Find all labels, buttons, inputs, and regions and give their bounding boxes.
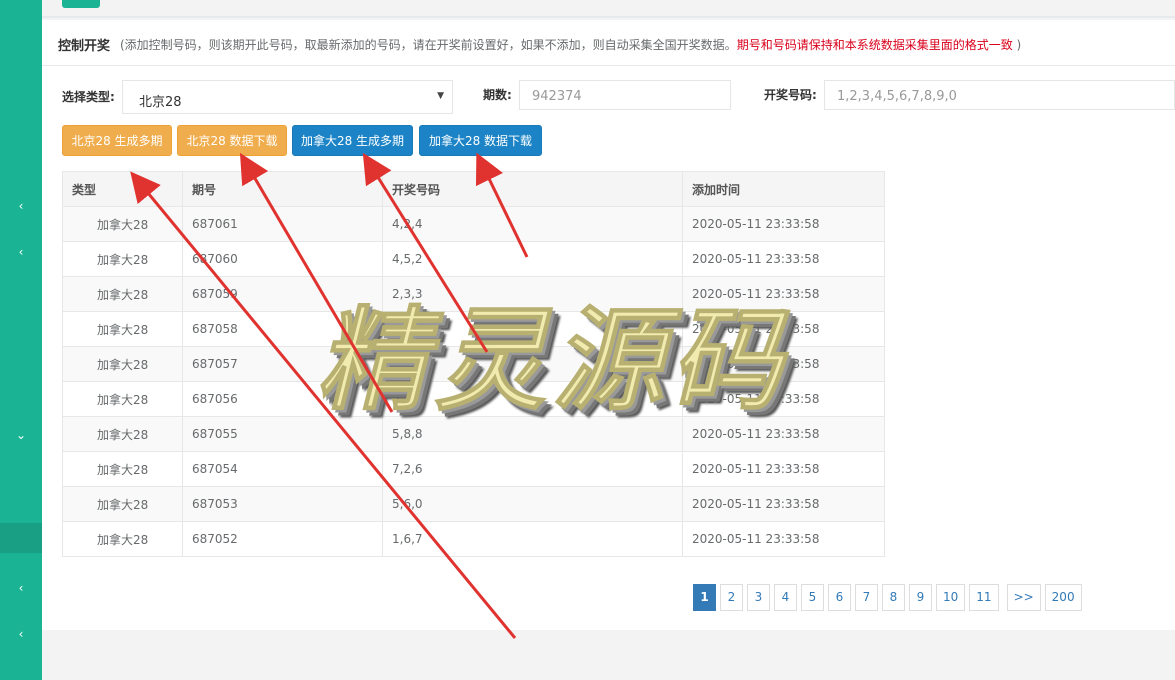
bj28-generate-button[interactable]: 北京28 生成多期	[62, 125, 172, 156]
chevron-left-icon[interactable]: ‹	[0, 199, 42, 213]
page-link[interactable]: 3	[747, 584, 770, 611]
row-type: 加拿大28	[62, 381, 183, 417]
header-added-time: 添加时间	[682, 171, 885, 207]
ca28-download-button[interactable]: 加拿大28 数据下载	[419, 125, 542, 156]
numbers-label: 开奖号码:	[764, 88, 817, 102]
row-time: 2020-05-11 23:33:58	[682, 206, 885, 242]
watermark: 精灵源码	[316, 296, 788, 427]
issue-input-placeholder: 942374	[532, 89, 582, 104]
ca28-generate-button[interactable]: 加拿大28 生成多期	[292, 125, 413, 156]
table-row: 加拿大28 687053 5,6,0 2020-05-11 23:33:58	[62, 486, 885, 522]
table-row: 加拿大28 687052 1,6,7 2020-05-11 23:33:58	[62, 521, 885, 557]
page-link[interactable]: 11	[969, 584, 999, 611]
row-type: 加拿大28	[62, 206, 183, 242]
row-issue: 687053	[182, 486, 383, 522]
row-time: 2020-05-11 23:33:58	[682, 521, 885, 557]
header-numbers: 开奖号码	[382, 171, 683, 207]
sidebar-active-item[interactable]	[0, 523, 42, 553]
panel-title: 控制开奖	[58, 39, 111, 54]
row-numbers: 4,2,4	[382, 206, 683, 242]
table-row: 加拿大28 687054 7,2,6 2020-05-11 23:33:58	[62, 451, 885, 487]
header-issue: 期号	[182, 171, 383, 207]
type-label: 选择类型:	[62, 90, 115, 104]
row-numbers: 7,2,6	[382, 451, 683, 487]
row-issue: 687061	[182, 206, 383, 242]
top-bar	[42, 0, 1175, 18]
issue-input[interactable]: 942374	[519, 80, 731, 110]
row-issue: 687052	[182, 521, 383, 557]
page-link[interactable]: 9	[909, 584, 932, 611]
format-warning: 期号和号码请保持和本系统数据采集里面的格式一致	[736, 38, 1013, 52]
issue-label: 期数:	[483, 88, 512, 102]
table-row: 加拿大28 687061 4,2,4 2020-05-11 23:33:58	[62, 206, 885, 242]
description-close: )	[1016, 38, 1022, 52]
bj28-download-button[interactable]: 北京28 数据下载	[177, 125, 287, 156]
numbers-input[interactable]: 1,2,3,4,5,6,7,8,9,0	[824, 80, 1175, 110]
type-select-value: 北京28	[139, 95, 182, 110]
chevron-left-icon[interactable]: ‹	[0, 627, 42, 641]
type-select[interactable]: 北京28 ▼	[122, 80, 453, 114]
chevron-down-icon[interactable]: ⌄	[0, 428, 42, 442]
page-link[interactable]: 7	[855, 584, 878, 611]
row-type: 加拿大28	[62, 521, 183, 557]
row-time: 2020-05-11 23:33:58	[682, 486, 885, 522]
table-header-row: 类型 期号 开奖号码 添加时间	[62, 171, 885, 207]
page-link[interactable]: 5	[801, 584, 824, 611]
description-text: (添加控制号码，则该期开此号码，取最新添加的号码，请在开奖前设置好，如果不添加，…	[120, 38, 737, 52]
row-type: 加拿大28	[62, 276, 183, 312]
chevron-left-icon[interactable]: ‹	[0, 581, 42, 595]
panel-header: 控制开奖 (添加控制号码，则该期开此号码，取最新添加的号码，请在开奖前设置好，如…	[42, 20, 1175, 66]
last-page-link[interactable]: 200	[1044, 584, 1082, 611]
page-link[interactable]: 10	[936, 584, 966, 611]
numbers-input-placeholder: 1,2,3,4,5,6,7,8,9,0	[837, 89, 957, 104]
pagination: 1 2 3 4 5 6 7 8 9 10 11 >> 200	[693, 584, 1086, 611]
active-tab[interactable]	[62, 0, 100, 8]
header-type: 类型	[62, 171, 183, 207]
row-time: 2020-05-11 23:33:58	[682, 451, 885, 487]
row-type: 加拿大28	[62, 416, 183, 452]
chevron-left-icon[interactable]: ‹	[0, 245, 42, 259]
page-link-current[interactable]: 1	[693, 584, 716, 611]
row-type: 加拿大28	[62, 346, 183, 382]
page-link[interactable]: 6	[828, 584, 851, 611]
next-page-link[interactable]: >>	[1006, 584, 1041, 611]
row-type: 加拿大28	[62, 311, 183, 347]
panel-description: (添加控制号码，则该期开此号码，取最新添加的号码，请在开奖前设置好，如果不添加，…	[120, 36, 1021, 53]
page-link[interactable]: 8	[882, 584, 905, 611]
row-type: 加拿大28	[62, 486, 183, 522]
caret-down-icon: ▼	[437, 91, 444, 101]
row-type: 加拿大28	[62, 451, 183, 487]
page-link[interactable]: 2	[720, 584, 743, 611]
row-numbers: 5,6,0	[382, 486, 683, 522]
row-numbers: 1,6,7	[382, 521, 683, 557]
page-link[interactable]: 4	[774, 584, 797, 611]
row-issue: 687054	[182, 451, 383, 487]
sidebar: ‹ ‹ ⌄ ‹ ‹	[0, 0, 42, 680]
row-type: 加拿大28	[62, 241, 183, 277]
